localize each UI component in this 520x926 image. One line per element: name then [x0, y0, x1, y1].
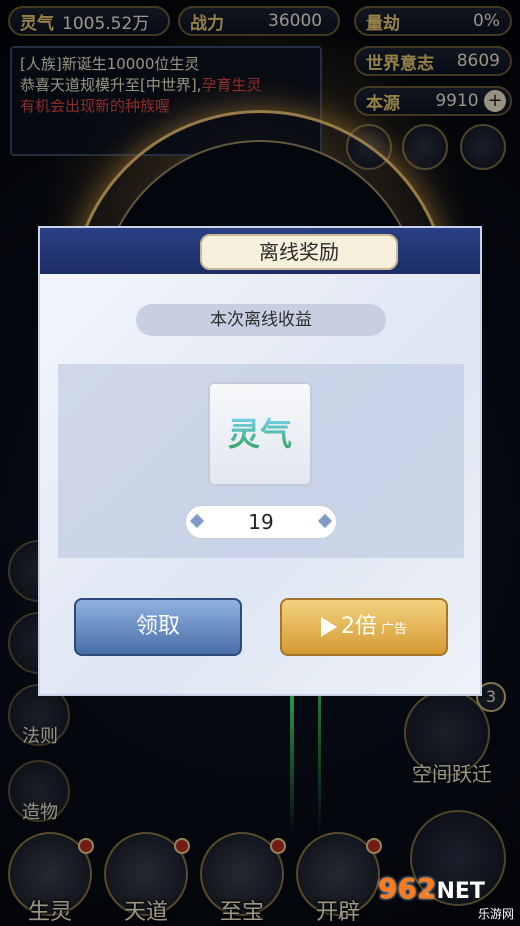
ad-label: 广告 — [380, 622, 407, 637]
play-icon — [320, 617, 337, 637]
watermark-brand: 962 — [378, 872, 437, 905]
dialog-title: 离线奖励 — [200, 234, 398, 270]
offline-reward-dialog: 离线奖励 本次离线收益 灵气 19 领取 2倍 广告 — [38, 226, 482, 696]
reward-count: 19 — [184, 504, 338, 540]
watermark-sub: 乐游网 — [477, 907, 514, 921]
diamond-icon — [317, 513, 333, 529]
dialog-subtitle: 本次离线收益 — [136, 304, 386, 336]
watermark-net: NET — [436, 879, 485, 904]
reward-item-name: 灵气 — [227, 415, 292, 453]
diamond-icon — [189, 513, 205, 529]
reward-count-value: 19 — [248, 510, 274, 534]
double-reward-button[interactable]: 2倍 广告 — [280, 598, 448, 656]
reward-item: 灵气 — [208, 382, 312, 486]
double-label: 2倍 — [340, 614, 377, 639]
watermark-logo: 962NET 乐游网 — [378, 872, 514, 922]
claim-button[interactable]: 领取 — [74, 598, 242, 656]
